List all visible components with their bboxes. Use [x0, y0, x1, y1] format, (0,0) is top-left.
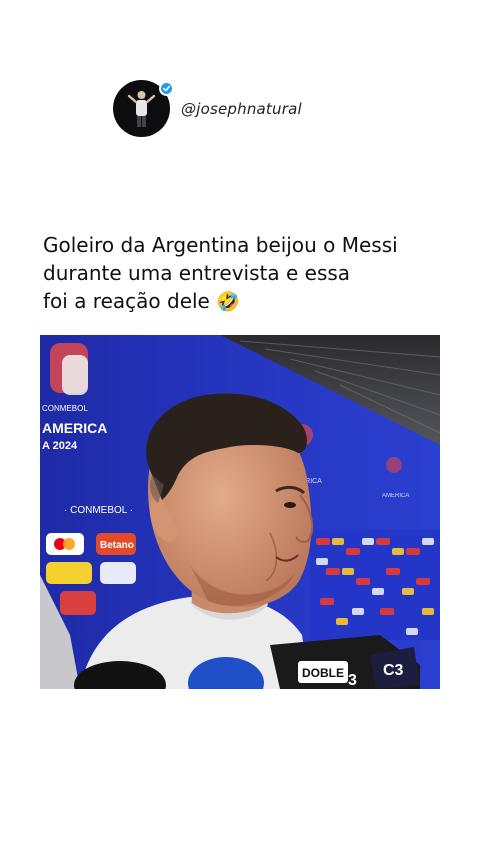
- sponsor-text-betano: Betano: [100, 540, 134, 551]
- caption-line-3-text: foi a reação dele: [43, 289, 210, 313]
- mic-flag-text-doble: DOBLE: [302, 666, 344, 680]
- svg-text:AMERICA: AMERICA: [382, 493, 409, 499]
- avatar-figure-image: [127, 91, 156, 127]
- username[interactable]: @josephnatural: [181, 100, 302, 118]
- avatar[interactable]: [113, 80, 174, 137]
- backdrop-text-america: AMERICA: [42, 420, 107, 436]
- mic-flag-text-c3: C3: [383, 662, 404, 679]
- caption-line-1: Goleiro da Argentina beijou o Messi: [43, 233, 398, 257]
- video-frame-image: CONMEBOL AMERICA A 2024 · CONMEBOL · AME…: [40, 335, 440, 689]
- video-frame[interactable]: CONMEBOL AMERICA A 2024 · CONMEBOL · AME…: [40, 335, 440, 689]
- backdrop-text-conmebol-small: CONMEBOL: [42, 404, 88, 413]
- backdrop-text-year: A 2024: [42, 440, 78, 452]
- mic-flag-text-num: 3: [348, 672, 357, 689]
- verified-badge-icon: [159, 81, 174, 96]
- sponsor-wall: [310, 530, 440, 640]
- laughing-emoji-icon: 🤣: [216, 291, 240, 313]
- post-caption: Goleiro da Argentina beijou o Messi dura…: [43, 231, 453, 316]
- caption-line-3: foi a reação dele 🤣: [43, 287, 453, 316]
- post-header: @josephnatural: [113, 80, 302, 137]
- caption-line-2: durante uma entrevista e essa: [43, 261, 351, 285]
- backdrop-text-conmebol: · CONMEBOL ·: [64, 505, 133, 516]
